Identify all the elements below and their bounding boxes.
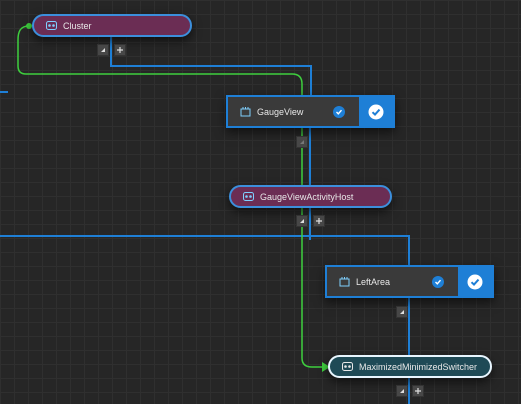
collapse-triangle-icon: [400, 310, 404, 314]
collapse-triangle-icon: [300, 140, 304, 144]
plus-icon: [316, 218, 322, 224]
view-group-icon: [342, 361, 353, 372]
collapse-button[interactable]: [396, 385, 408, 397]
node-label: GaugeViewActivityHost: [260, 191, 354, 202]
visibility-toggle[interactable]: [359, 97, 393, 126]
plus-icon: [117, 47, 123, 53]
visibility-toggle[interactable]: [458, 267, 492, 296]
node-label: MaximizedMinimizedSwitcher: [359, 361, 478, 372]
check-circle-icon: [368, 104, 384, 119]
node-cluster[interactable]: Cluster: [32, 14, 192, 37]
node-gauge-view[interactable]: GaugeView: [226, 95, 395, 128]
node-gauge-view-activity-host[interactable]: GaugeViewActivityHost: [229, 185, 392, 208]
plus-icon: [415, 388, 421, 394]
node-maximized-minimized-switcher[interactable]: MaximizedMinimizedSwitcher: [328, 355, 492, 378]
node-label: LeftArea: [356, 276, 391, 287]
collapse-triangle-icon: [400, 389, 404, 393]
expand-button[interactable]: [313, 215, 325, 227]
collapse-triangle-icon: [300, 219, 304, 223]
collapse-button[interactable]: [396, 306, 408, 318]
wire-cluster-gaugeview: [110, 34, 312, 95]
wire-left-edge-branch: [0, 235, 410, 265]
collapse-button[interactable]: [97, 44, 109, 56]
expand-button[interactable]: [412, 385, 424, 397]
collapse-button[interactable]: [296, 215, 308, 227]
node-label: Cluster: [63, 20, 92, 31]
collapse-button[interactable]: [296, 136, 308, 148]
view-group-icon: [46, 20, 57, 31]
node-left-area[interactable]: LeftArea: [325, 265, 494, 298]
check-icon[interactable]: [432, 275, 444, 288]
view-icon: [339, 276, 350, 287]
expand-button[interactable]: [114, 44, 126, 56]
check-icon[interactable]: [333, 105, 345, 118]
collapse-triangle-icon: [101, 48, 105, 52]
view-group-icon: [243, 191, 254, 202]
check-circle-icon: [467, 274, 483, 289]
node-label: GaugeView: [257, 106, 304, 117]
view-icon: [240, 106, 251, 117]
